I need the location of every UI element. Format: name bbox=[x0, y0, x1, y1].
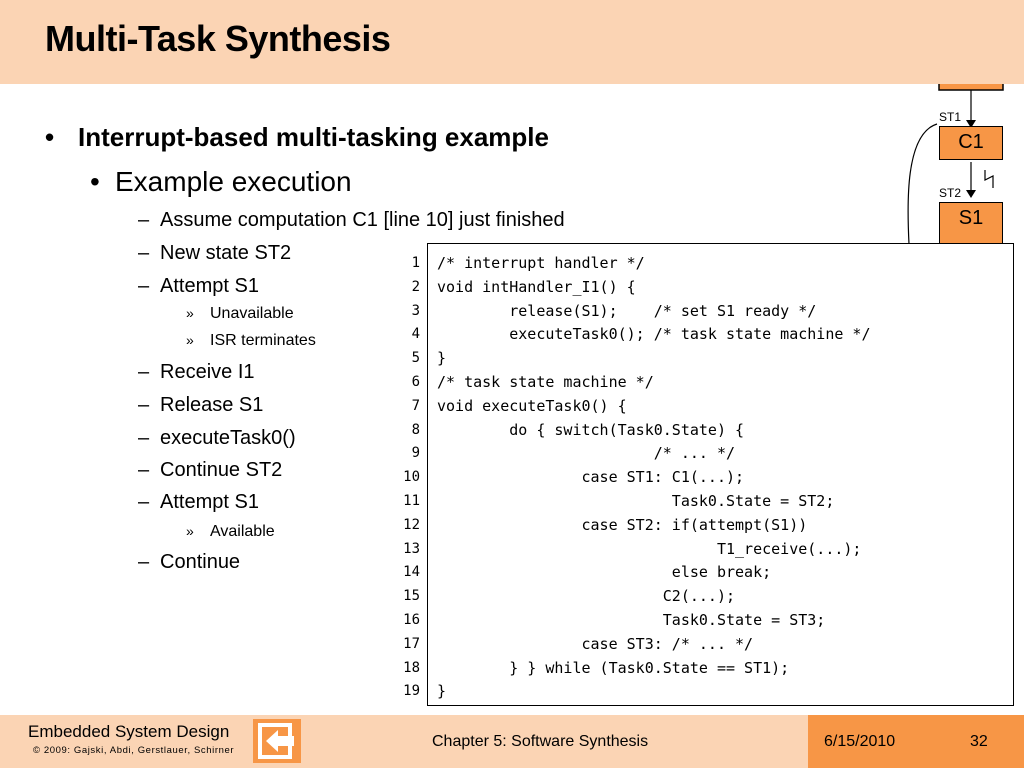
bullet-marker: • bbox=[90, 166, 100, 197]
code-line: void intHandler_I1() { bbox=[437, 277, 636, 296]
bullet-text: Attempt S1 bbox=[160, 275, 259, 297]
bullet-marker: – bbox=[138, 459, 150, 481]
bullet-text: Continue bbox=[160, 551, 241, 573]
code-line: } bbox=[437, 349, 447, 368]
bullet-text: Assume computation C1 [line 10] just fin… bbox=[160, 209, 565, 231]
bullet-text: Unavailable bbox=[210, 305, 294, 322]
slide-title: Multi-Task Synthesis bbox=[45, 18, 391, 59]
line-number: 6 bbox=[411, 373, 420, 390]
state-box-c1: C1 bbox=[939, 126, 1003, 160]
footer-chapter: Chapter 5: Software Synthesis bbox=[432, 733, 649, 750]
line-number: 16 bbox=[403, 611, 420, 628]
code-line: /* ... */ bbox=[437, 444, 736, 463]
line-number: 8 bbox=[411, 421, 420, 438]
bullet-marker: » bbox=[186, 332, 194, 348]
line-number: 1 bbox=[411, 255, 420, 271]
bullet-marker: – bbox=[138, 491, 150, 513]
code-line: /* task state machine */ bbox=[437, 372, 654, 391]
state-box-s1: S1 bbox=[939, 202, 1003, 246]
state-label: ST1 bbox=[939, 110, 962, 124]
bullet-marker: • bbox=[45, 122, 55, 152]
footer-book-title: Embedded System Design bbox=[28, 722, 230, 741]
bullet-marker: » bbox=[186, 305, 194, 321]
line-number: 5 bbox=[411, 350, 420, 367]
bullet-marker: – bbox=[138, 551, 150, 573]
line-number: 19 bbox=[403, 683, 420, 700]
arrowhead bbox=[966, 190, 976, 198]
bullet-marker: – bbox=[138, 209, 150, 231]
code-line: Task0.State = ST2; bbox=[437, 491, 835, 510]
code-line: else break; bbox=[437, 563, 772, 582]
footer-page-number: 32 bbox=[970, 733, 988, 750]
line-number: 12 bbox=[403, 516, 420, 533]
footer-date: 6/15/2010 bbox=[824, 733, 896, 750]
code-line: release(S1); /* set S1 ready */ bbox=[437, 301, 817, 320]
bullet-marker: – bbox=[138, 242, 150, 264]
line-number: 4 bbox=[411, 326, 420, 343]
code-line: case ST1: C1(...); bbox=[437, 468, 745, 487]
line-number: 11 bbox=[403, 492, 420, 509]
code-line: case ST2: if(attempt(S1)) bbox=[437, 515, 808, 534]
state-diagram: ST1 C1 ST2 S1 bbox=[895, 84, 1024, 246]
code-line: Task0.State = ST3; bbox=[437, 610, 826, 629]
code-line: } } while (Task0.State == ST1); bbox=[437, 658, 790, 677]
code-line: do { switch(Task0.State) { bbox=[437, 420, 745, 439]
line-numbers: 1 2 3 4 5 6 7 8 9 10 11 12 13 14 15 16 17 18 19 bbox=[378, 252, 420, 704]
bullet-text: New state ST2 bbox=[160, 242, 292, 264]
line-number: 13 bbox=[403, 540, 420, 557]
line-number: 10 bbox=[403, 469, 420, 486]
line-number: 18 bbox=[403, 659, 420, 676]
bullet-marker: – bbox=[138, 275, 150, 297]
state-label: ST2 bbox=[939, 186, 962, 200]
loop-back-line bbox=[907, 123, 938, 244]
bullet-marker: – bbox=[138, 394, 150, 416]
bullet-text: Release S1 bbox=[160, 394, 264, 416]
book-logo-icon bbox=[253, 719, 301, 763]
code-line: T1_receive(...); bbox=[437, 539, 862, 558]
bullet-marker: – bbox=[138, 427, 150, 449]
bullet-text: Attempt S1 bbox=[160, 491, 259, 513]
code-line: C2(...); bbox=[437, 587, 736, 606]
code-line: } bbox=[437, 682, 447, 701]
line-number: 17 bbox=[403, 635, 420, 652]
line-number: 14 bbox=[403, 564, 420, 581]
bullet-text: Example execution bbox=[115, 166, 352, 197]
bullet-text: Available bbox=[210, 523, 275, 540]
code-line: /* interrupt handler */ bbox=[437, 254, 645, 272]
bullet-text: Receive I1 bbox=[160, 361, 255, 383]
footer-copyright: © 2009: Gajski, Abdi, Gerstlauer, Schirn… bbox=[33, 745, 235, 756]
interrupt-icon bbox=[984, 170, 994, 188]
line-number: 9 bbox=[411, 445, 420, 462]
bullet-text: ISR terminates bbox=[210, 332, 316, 349]
bullet-text: Interrupt-based multi-tasking example bbox=[78, 122, 549, 152]
top-state-box bbox=[938, 84, 1004, 91]
code-listing: /* interrupt handler */ void intHandler_I… bbox=[437, 252, 870, 704]
code-line: case ST3: /* ... */ bbox=[437, 634, 754, 653]
line-number: 2 bbox=[411, 278, 420, 295]
bullet-text: Continue ST2 bbox=[160, 459, 283, 481]
bullet-marker: » bbox=[186, 523, 194, 539]
line-number: 3 bbox=[411, 302, 420, 319]
line-number: 7 bbox=[411, 397, 420, 414]
line-number: 15 bbox=[403, 588, 420, 605]
code-line: executeTask0(); /* task state machine */ bbox=[437, 325, 871, 344]
bullet-text: executeTask0() bbox=[160, 427, 296, 449]
code-line: void executeTask0() { bbox=[437, 396, 627, 415]
bullet-marker: – bbox=[138, 361, 150, 383]
